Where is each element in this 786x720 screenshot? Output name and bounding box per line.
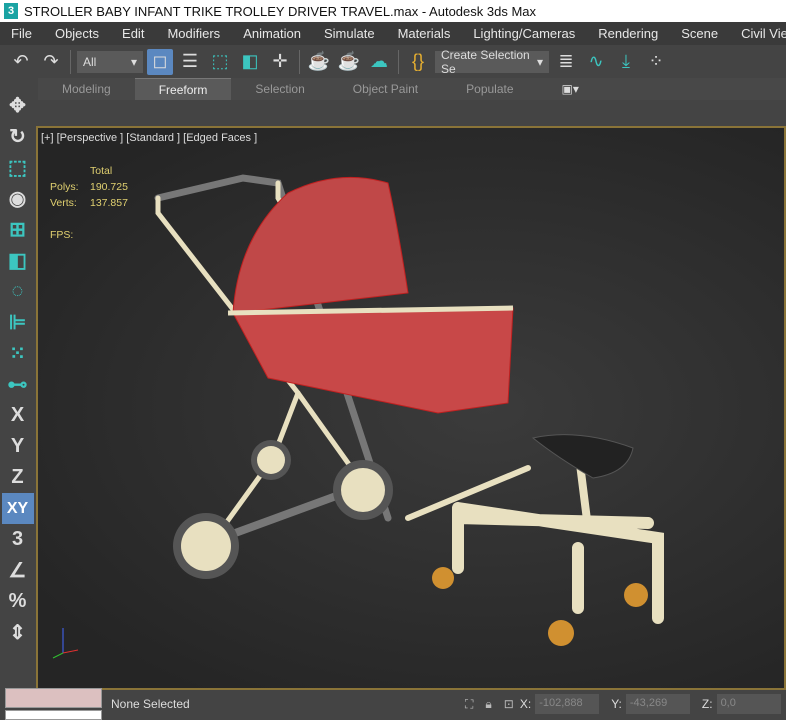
undo-icon[interactable]: ↶ <box>8 49 34 75</box>
perspective-viewport[interactable]: [+] [Perspective ] [Standard ] [Edged Fa… <box>36 126 786 690</box>
z-input[interactable]: 0,0 <box>716 694 781 714</box>
bassinet-hood <box>232 176 409 314</box>
array-icon[interactable]: ◌ <box>2 276 34 307</box>
measure-icon[interactable]: ⊷ <box>2 369 34 400</box>
chevron-down-icon: ▾ <box>536 54 543 69</box>
selection-status: None Selected <box>111 697 190 711</box>
app-logo-icon: 3 <box>4 3 18 19</box>
spinner-snap-icon[interactable]: ⇕ <box>2 617 34 648</box>
y-input[interactable]: -43,269 <box>625 694 690 714</box>
mirror-icon[interactable]: ◧ <box>2 245 34 276</box>
place-icon[interactable]: ◉ <box>2 183 34 214</box>
axis-gizmo <box>52 628 79 659</box>
window-crossing-icon[interactable]: ◧ <box>237 49 263 75</box>
move-icon[interactable]: ✥ <box>2 90 34 121</box>
stroller-model <box>52 174 664 659</box>
tab-freeform[interactable]: Freeform <box>134 78 232 100</box>
move-icon[interactable]: ✛ <box>267 49 293 75</box>
main-toolbar: ↶ ↷ All ▾ ◻ ☰ ⬚ ◧ ✛ ☕ ☕ ☁ {} Create Selec… <box>0 45 786 78</box>
rectangle-selection-icon[interactable]: ⬚ <box>207 49 233 75</box>
rotate-icon[interactable]: ↻ <box>2 121 34 152</box>
chevron-down-icon: ▾ <box>130 54 137 69</box>
menu-lighting-cameras[interactable]: Lighting/Cameras <box>462 26 587 41</box>
menu-civil-view[interactable]: Civil View <box>730 26 786 41</box>
schematic-view-icon[interactable]: ⁘ <box>643 49 669 75</box>
caster-1 <box>432 567 454 589</box>
separator <box>70 49 71 74</box>
caster-3 <box>624 583 648 607</box>
menu-materials[interactable]: Materials <box>387 26 463 41</box>
left-toolbar: ✥ ↻ ⬚ ◉ ⊞ ◧ ◌ ⊫ ⁙ ⊷ X Y Z XY 3 ∠ % ⇕ <box>0 88 35 690</box>
tab-object-paint[interactable]: Object Paint <box>329 82 442 96</box>
select-by-name-icon[interactable]: ☰ <box>177 49 203 75</box>
menu-rendering[interactable]: Rendering <box>587 26 670 41</box>
menu-objects[interactable]: Objects <box>44 26 111 41</box>
ribbon-tabs: Modeling Freeform Selection Object Paint… <box>38 78 786 100</box>
render-setup-icon[interactable]: ☕ <box>306 49 332 75</box>
render-cloud-icon[interactable]: ☁ <box>366 49 392 75</box>
percent-snap-icon[interactable]: % <box>2 586 34 617</box>
z-coordinate: Z: 0,0 <box>702 694 781 714</box>
render-icon[interactable]: ☕ <box>336 49 362 75</box>
x-input[interactable]: -102,888 <box>535 694 600 714</box>
x-coordinate: X: -102,888 <box>519 694 600 714</box>
named-selection-value: Create Selection Se <box>441 47 530 76</box>
select-object-icon[interactable]: ◻ <box>147 48 173 75</box>
window-title: STROLLER BABY INFANT TRIKE TROLLEY DRIVE… <box>24 3 537 19</box>
ribbon-options-icon[interactable]: ▣▾ <box>538 82 603 96</box>
axis-y-button[interactable]: Y <box>2 431 34 462</box>
tab-selection[interactable]: Selection <box>231 82 328 96</box>
axis-x-button[interactable]: X <box>2 400 34 431</box>
caster-2 <box>548 620 574 646</box>
y-label: Y: <box>611 697 622 711</box>
menu-modifiers[interactable]: Modifiers <box>156 26 232 41</box>
menu-edit[interactable]: Edit <box>111 26 156 41</box>
selection-filter-dropdown[interactable]: All ▾ <box>77 50 143 73</box>
align-icon[interactable]: ⊞ <box>2 214 34 245</box>
tab-modeling[interactable]: Modeling <box>38 82 135 96</box>
maxscript-mini-listener[interactable] <box>5 710 102 720</box>
trike-seat <box>531 434 634 479</box>
snap-3d-icon[interactable]: 3 <box>2 524 34 555</box>
isolate-selection-icon[interactable]: ⛶ <box>465 697 473 712</box>
absolute-mode-icon[interactable]: ⊡ <box>504 697 514 711</box>
axis-z-button[interactable]: Z <box>2 462 34 493</box>
separator <box>398 49 399 74</box>
title-bar: 3 STROLLER BABY INFANT TRIKE TROLLEY DRI… <box>0 0 786 22</box>
selection-filter-value: All <box>83 54 97 69</box>
align-icon[interactable]: ⤓ <box>613 49 639 75</box>
menu-simulate[interactable]: Simulate <box>313 26 387 41</box>
curve-editor-icon[interactable]: ∿ <box>583 49 609 75</box>
menu-animation[interactable]: Animation <box>232 26 313 41</box>
lock-icon[interactable]: 🔒︎ <box>485 697 491 712</box>
z-label: Z: <box>701 697 713 711</box>
snap-icon[interactable]: ⁙ <box>2 338 34 369</box>
bassinet-body <box>232 307 514 414</box>
separator <box>299 49 300 74</box>
y-coordinate: Y: -43,269 <box>611 694 690 714</box>
status-bar: None Selected ⛶ 🔒︎ ⊡ X: -102,888 Y: -43,26… <box>0 690 786 718</box>
x-label: X: <box>519 697 532 711</box>
menu-file[interactable]: File <box>0 26 44 41</box>
distribute-icon[interactable]: ⊫ <box>2 307 34 338</box>
menu-scene[interactable]: Scene <box>670 26 730 41</box>
menu-bar: File Objects Edit Modifiers Animation Si… <box>0 22 786 45</box>
layer-explorer-icon[interactable]: ≣ <box>553 49 579 75</box>
axis-xy-button[interactable]: XY <box>1 493 34 524</box>
named-selection-dropdown[interactable]: Create Selection Se ▾ <box>435 47 549 76</box>
angle-snap-icon[interactable]: ∠ <box>2 555 34 586</box>
maxscript-listener-box[interactable] <box>5 688 102 708</box>
scale-icon[interactable]: ⬚ <box>2 152 34 183</box>
tab-populate[interactable]: Populate <box>442 82 537 96</box>
edit-named-selection-icon[interactable]: {} <box>405 49 431 75</box>
redo-icon[interactable]: ↷ <box>38 49 64 75</box>
